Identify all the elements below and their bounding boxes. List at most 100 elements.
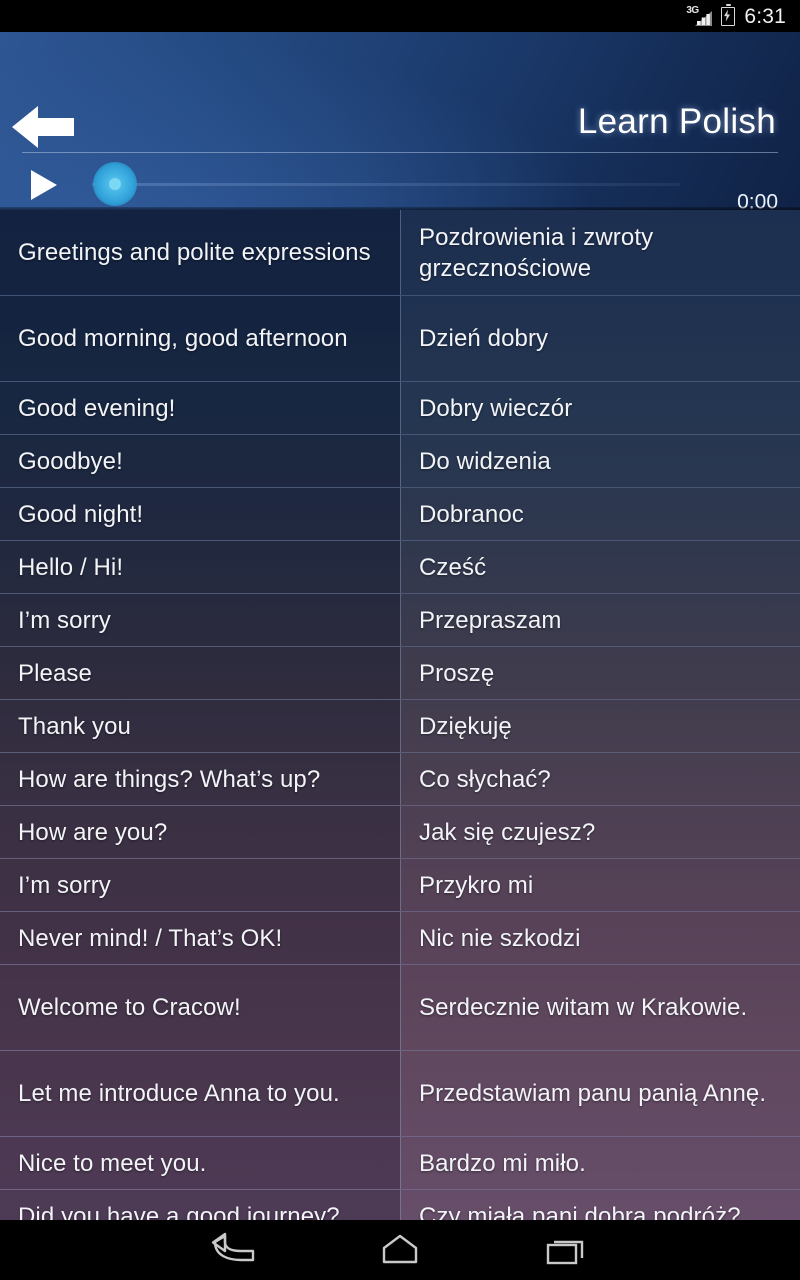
phrase-text-polish: Czy miała pani dobrą podróż? (419, 1202, 741, 1221)
table-row[interactable]: Let me introduce Anna to you. Przedstawia… (0, 1051, 800, 1137)
phrase-cell-english[interactable]: Goodbye! (0, 435, 400, 487)
seek-thumb[interactable] (93, 162, 137, 206)
table-row[interactable]: How are things? What’s up? Co słychać? (0, 753, 800, 806)
phrase-cell-polish[interactable]: Dziękuję (400, 700, 800, 752)
phrase-text-polish: Dobranoc (419, 500, 524, 528)
phrase-cell-polish[interactable]: Co słychać? (400, 753, 800, 805)
phrase-cell-english[interactable]: Never mind! / That’s OK! (0, 912, 400, 964)
android-navigation-bar (0, 1220, 800, 1280)
back-arrow-icon[interactable] (12, 104, 74, 150)
phrase-cell-polish[interactable]: Bardzo mi miło. (400, 1137, 800, 1189)
phrase-cell-english[interactable]: Nice to meet you. (0, 1137, 400, 1189)
table-row[interactable]: Good evening! Dobry wieczór (0, 382, 800, 435)
phrase-text-english: Did you have a good journey? (18, 1202, 340, 1221)
phrase-text-english: Greetings and polite expressions (18, 239, 371, 266)
phrase-cell-english[interactable]: Good night! (0, 488, 400, 540)
table-row[interactable]: Did you have a good journey? Czy miała pa… (0, 1190, 800, 1220)
phrase-cell-polish[interactable]: Nic nie szkodzi (400, 912, 800, 964)
phrase-text-english: How are things? What’s up? (18, 765, 321, 793)
phrase-text-polish: Co słychać? (419, 765, 551, 793)
table-row[interactable]: Goodbye! Do widzenia (0, 435, 800, 488)
current-time-label: 0:00 (737, 190, 778, 211)
phrase-text-polish: Przykro mi (419, 871, 534, 899)
clock-label: 6:31 (744, 4, 786, 28)
table-row[interactable]: Hello / Hi! Cześć (0, 541, 800, 594)
nav-back-icon[interactable] (207, 1230, 261, 1270)
table-row[interactable]: Greetings and polite expressions Pozdrowi… (0, 210, 800, 296)
phrase-text-polish: Dzień dobry (419, 325, 549, 352)
phrase-text-polish: Jak się czujesz? (419, 818, 596, 846)
phrase-cell-polish[interactable]: Dzień dobry (400, 296, 800, 381)
phrase-cell-polish[interactable]: Przepraszam (400, 594, 800, 646)
phrase-text-english: Let me introduce Anna to you. (18, 1080, 340, 1107)
phrase-cell-polish[interactable]: Proszę (400, 647, 800, 699)
phrase-text-english: Please (18, 659, 92, 687)
play-icon[interactable] (30, 169, 58, 201)
phrase-table: Greetings and polite expressions Pozdrowi… (0, 210, 800, 1220)
phrase-cell-english[interactable]: Thank you (0, 700, 400, 752)
phrase-cell-polish[interactable]: Przedstawiam panu panią Annę. (400, 1051, 800, 1136)
phrase-text-english: Welcome to Cracow! (18, 994, 241, 1021)
phrase-text-polish: Bardzo mi miło. (419, 1149, 586, 1177)
table-row[interactable]: Thank you Dziękuję (0, 700, 800, 753)
phrase-cell-english[interactable]: Hello / Hi! (0, 541, 400, 593)
phrase-cell-polish[interactable]: Pozdrowienia i zwroty grzecznościowe (400, 210, 800, 295)
phrase-cell-english[interactable]: Greetings and polite expressions (0, 210, 400, 295)
table-row[interactable]: Good night! Dobranoc (0, 488, 800, 541)
nav-recents-icon[interactable] (539, 1230, 593, 1270)
phrase-text-english: I’m sorry (18, 606, 111, 634)
phrase-text-english: Good night! (18, 500, 144, 528)
phrase-cell-english[interactable]: How are you? (0, 806, 400, 858)
phrase-text-english: Hello / Hi! (18, 553, 124, 581)
phrase-text-english: I’m sorry (18, 871, 111, 899)
battery-charging-icon (721, 3, 736, 26)
phrase-cell-english[interactable]: Let me introduce Anna to you. (0, 1051, 400, 1136)
phrase-text-polish: Przepraszam (419, 606, 562, 634)
phrase-text-polish: Do widzenia (419, 447, 551, 475)
table-row[interactable]: Nice to meet you. Bardzo mi miło. (0, 1137, 800, 1190)
table-row[interactable]: Please Proszę (0, 647, 800, 700)
table-row[interactable]: I’m sorry Przykro mi (0, 859, 800, 912)
phrase-cell-polish[interactable]: Dobry wieczór (400, 382, 800, 434)
table-row[interactable]: Never mind! / That’s OK! Nic nie szkodzi (0, 912, 800, 965)
charging-bolt-glyph (724, 8, 731, 22)
phrase-cell-polish[interactable]: Cześć (400, 541, 800, 593)
phrase-cell-english[interactable]: Good evening! (0, 382, 400, 434)
phrase-text-english: Good evening! (18, 394, 176, 422)
phrase-text-english: Good morning, good afternoon (18, 325, 348, 352)
signal-bars-glyph (695, 10, 713, 26)
phrase-cell-polish[interactable]: Jak się czujesz? (400, 806, 800, 858)
phrase-cell-english[interactable]: Please (0, 647, 400, 699)
phrase-cell-polish[interactable]: Do widzenia (400, 435, 800, 487)
phrase-cell-polish[interactable]: Serdecznie witam w Krakowie. (400, 965, 800, 1050)
page-title: Learn Polish (577, 102, 776, 141)
table-row[interactable]: Good morning, good afternoon Dzień dobry (0, 296, 800, 382)
nav-home-icon[interactable] (373, 1230, 427, 1270)
phrase-cell-english[interactable]: Did you have a good journey? (0, 1190, 400, 1220)
phrase-text-polish: Cześć (419, 553, 487, 581)
phrase-text-polish: Pozdrowienia i zwroty grzecznościowe (419, 223, 654, 282)
phrase-text-polish: Serdecznie witam w Krakowie. (419, 994, 748, 1021)
phrase-text-polish: Nic nie szkodzi (419, 924, 581, 952)
phrase-text-english: Goodbye! (18, 447, 123, 475)
table-row[interactable]: I’m sorry Przepraszam (0, 594, 800, 647)
app-screen: 3G 6:31 Learn Polish 0:00 Greetings and … (0, 0, 800, 1280)
phrase-cell-polish[interactable]: Przykro mi (400, 859, 800, 911)
header-divider (22, 152, 778, 153)
phrase-cell-polish[interactable]: Dobranoc (400, 488, 800, 540)
phrase-text-polish: Dziękuję (419, 712, 512, 740)
phrase-text-polish: Proszę (419, 659, 495, 687)
table-row[interactable]: Welcome to Cracow! Serdecznie witam w Kra… (0, 965, 800, 1051)
phrase-cell-english[interactable]: Good morning, good afternoon (0, 296, 400, 381)
seek-track[interactable] (92, 183, 680, 186)
phrase-cell-english[interactable]: I’m sorry (0, 859, 400, 911)
phrase-cell-english[interactable]: How are things? What’s up? (0, 753, 400, 805)
phrase-cell-polish[interactable]: Czy miała pani dobrą podróż? (400, 1190, 800, 1220)
table-row[interactable]: How are you? Jak się czujesz? (0, 806, 800, 859)
phrase-text-english: Never mind! / That’s OK! (18, 924, 283, 952)
phrase-text-polish: Dobry wieczór (419, 394, 573, 422)
phrase-cell-english[interactable]: Welcome to Cracow! (0, 965, 400, 1050)
app-header: Learn Polish 0:00 (0, 32, 800, 210)
phrase-text-english: Nice to meet you. (18, 1149, 207, 1177)
phrase-cell-english[interactable]: I’m sorry (0, 594, 400, 646)
